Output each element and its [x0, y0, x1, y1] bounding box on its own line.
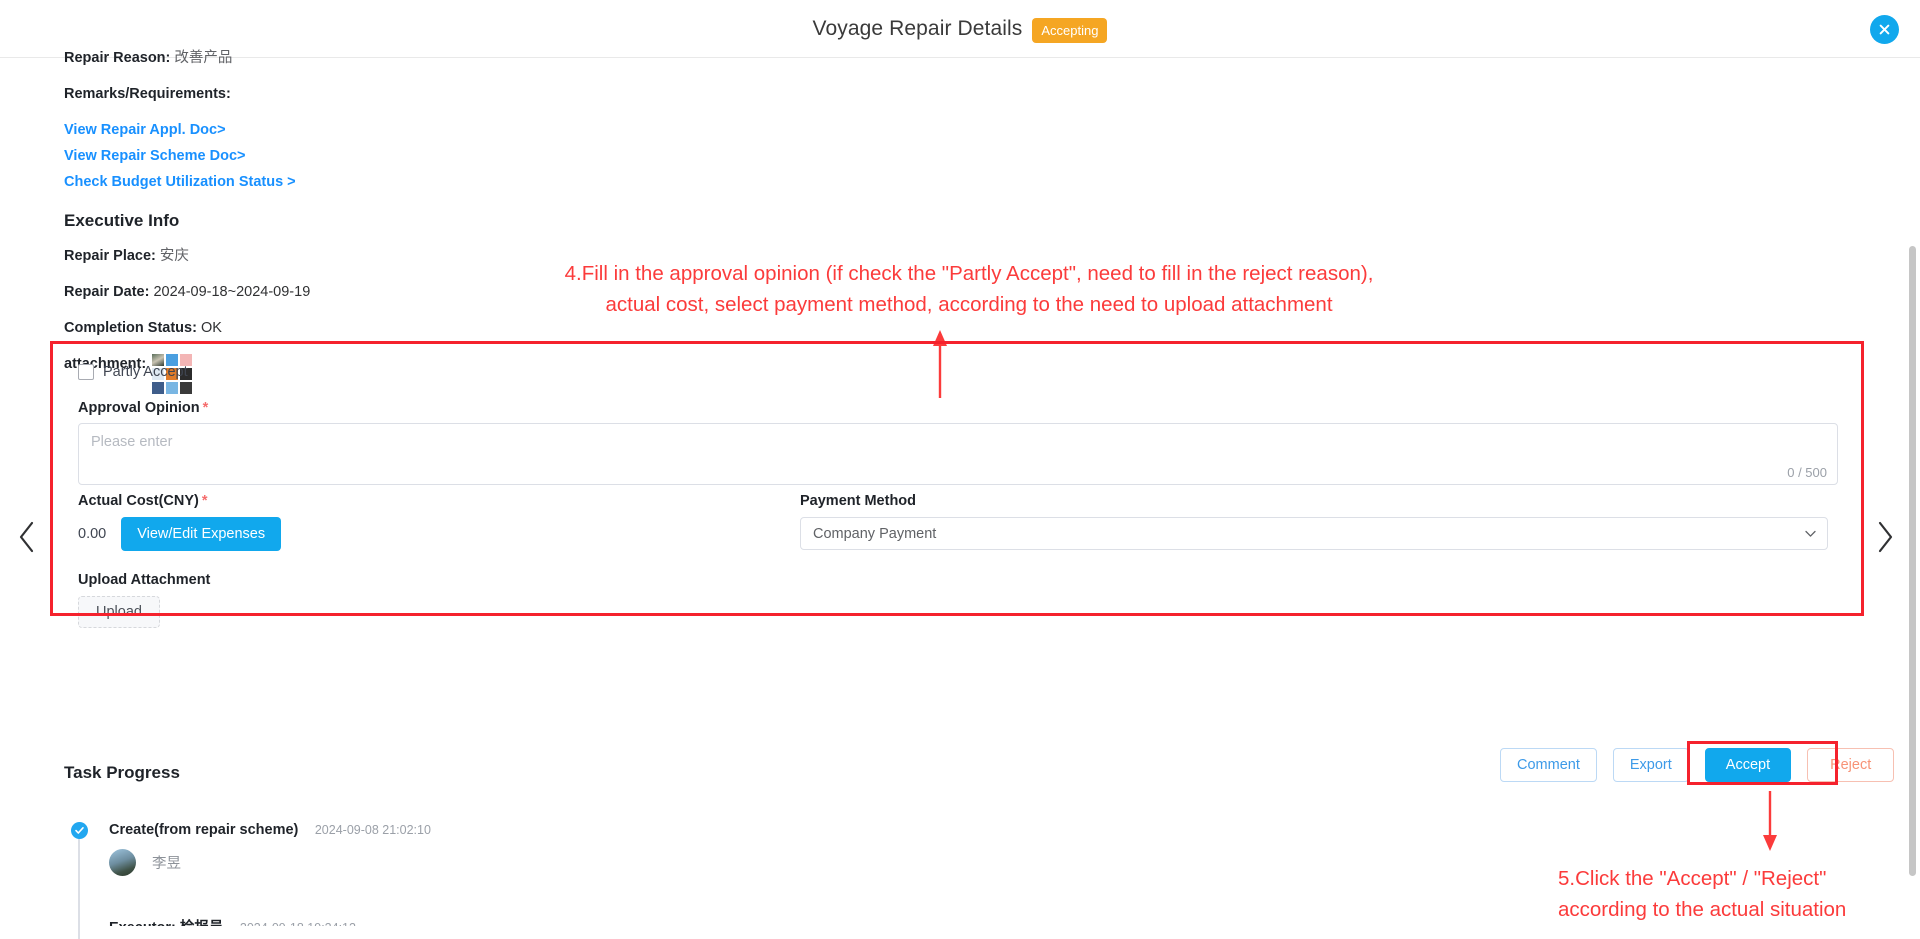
approval-opinion-label: Approval Opinion *	[78, 400, 1841, 416]
annotation-arrow-5	[1763, 791, 1777, 851]
page-title: Voyage Repair Details	[812, 17, 1023, 40]
timeline-item-time: 2024-09-18 19:24:12	[240, 921, 356, 926]
approval-opinion-counter: 0 / 500	[1787, 465, 1827, 480]
timeline-check-icon	[71, 822, 88, 839]
upload-attachment-label: Upload Attachment	[78, 572, 211, 588]
scrollbar-thumb[interactable]	[1909, 246, 1916, 876]
check-budget-utilization-status-link[interactable]: Check Budget Utilization Status >	[64, 174, 764, 191]
task-progress-section: Task Progress Create(from repair scheme)…	[64, 763, 964, 939]
repair-place-label: Repair Place:	[64, 248, 156, 264]
partly-accept-checkbox[interactable]	[78, 364, 94, 380]
annotation-step-4: 4.Fill in the approval opinion (if check…	[564, 262, 1374, 316]
status-badge: Accepting	[1032, 17, 1108, 43]
timeline-connector	[78, 831, 80, 939]
timeline-item-time: 2024-09-08 21:02:10	[314, 823, 431, 837]
actual-cost-column: Actual Cost(CNY) * 0.00 View/Edit Expense…	[65, 493, 800, 551]
dialog-body: Repair Reason: 改善产品 Remarks/Requirements…	[0, 50, 1920, 939]
repair-place-value: 安庆	[159, 248, 189, 264]
view-repair-appl-doc-link[interactable]: View Repair Appl. Doc>	[64, 122, 764, 139]
approval-opinion-textarea-wrapper[interactable]: Please enter 0 / 500	[78, 423, 1838, 485]
actual-cost-label: Actual Cost(CNY) *	[78, 493, 800, 509]
accept-button[interactable]: Accept	[1704, 748, 1792, 782]
task-progress-heading: Task Progress	[64, 763, 180, 782]
task-progress-timeline: Create(from repair scheme) 2024-09-08 21…	[64, 821, 964, 939]
approval-opinion-label-text: Approval Opinion	[78, 400, 200, 416]
timeline-item: Executor: 检报员 2024-09-18 19:24:12	[109, 916, 964, 926]
repair-date-value: 2024-09-18~2024-09-19	[153, 284, 311, 300]
close-icon	[1879, 24, 1890, 35]
payment-method-value: Company Payment	[813, 525, 937, 542]
avatar	[109, 849, 136, 876]
payment-method-select[interactable]: Company Payment	[800, 517, 1828, 550]
remarks-row: Remarks/Requirements:	[64, 86, 764, 103]
completion-status-value: OK	[200, 320, 222, 336]
completion-status-row: Completion Status: OK	[64, 320, 764, 337]
reject-button[interactable]: Reject	[1807, 748, 1895, 782]
check-icon	[75, 827, 84, 834]
timeline-item: Create(from repair scheme) 2024-09-08 21…	[71, 821, 964, 876]
partly-accept-label: Partly Accept	[103, 364, 188, 380]
actual-cost-label-text: Actual Cost(CNY)	[78, 493, 199, 509]
executive-info-heading: Executive Info	[64, 211, 180, 230]
required-asterisk: *	[201, 493, 208, 509]
annotation-step-5: 5.Click the "Accept" / "Reject" accordin…	[1558, 867, 1847, 921]
scrollbar-track[interactable]	[1908, 58, 1919, 939]
approval-form: Partly Accept Approval Opinion * Please e…	[50, 341, 1864, 628]
required-asterisk: *	[202, 400, 209, 416]
form-columns: Actual Cost(CNY) * 0.00 View/Edit Expense…	[65, 493, 1855, 551]
remarks-label: Remarks/Requirements:	[64, 86, 231, 102]
comment-button[interactable]: Comment	[1500, 748, 1597, 782]
timeline-item-title: Create(from repair scheme)	[109, 822, 299, 838]
approval-opinion-placeholder: Please enter	[91, 434, 173, 450]
upload-attachment-section: Upload Attachment Upload	[78, 572, 210, 628]
payment-method-column: Payment Method Company Payment	[800, 493, 1845, 551]
timeline-item-person: 李昱	[109, 849, 964, 876]
payment-method-label: Payment Method	[800, 493, 917, 509]
chevron-down-icon	[1805, 530, 1816, 537]
document-links: View Repair Appl. Doc> View Repair Schem…	[64, 122, 764, 191]
actual-cost-value: 0.00	[78, 526, 107, 542]
actual-cost-row: 0.00 View/Edit Expenses	[78, 517, 800, 551]
view-repair-scheme-doc-link[interactable]: View Repair Scheme Doc>	[64, 148, 764, 165]
repair-date-label: Repair Date:	[64, 284, 150, 300]
repair-reason-row: Repair Reason: 改善产品	[64, 50, 764, 67]
next-record-button[interactable]	[1872, 520, 1898, 554]
previous-record-button[interactable]	[14, 520, 40, 554]
voyage-repair-details-dialog: Voyage Repair Details Accepting Repair R…	[0, 0, 1920, 939]
partly-accept-row[interactable]: Partly Accept	[78, 364, 1841, 380]
timeline-person-name: 李昱	[152, 856, 181, 872]
completion-status-label: Completion Status:	[64, 320, 197, 336]
timeline-item-title: Executor: 检报员	[109, 920, 223, 926]
close-button[interactable]	[1870, 15, 1899, 44]
upload-button[interactable]: Upload	[78, 596, 160, 628]
action-button-bar: Comment Export Accept Reject	[1500, 748, 1895, 782]
export-button[interactable]: Export	[1612, 748, 1689, 782]
view-edit-expenses-button[interactable]: View/Edit Expenses	[121, 517, 282, 551]
repair-reason-label: Repair Reason:	[64, 50, 171, 66]
repair-reason-value: 改善产品	[174, 50, 233, 66]
